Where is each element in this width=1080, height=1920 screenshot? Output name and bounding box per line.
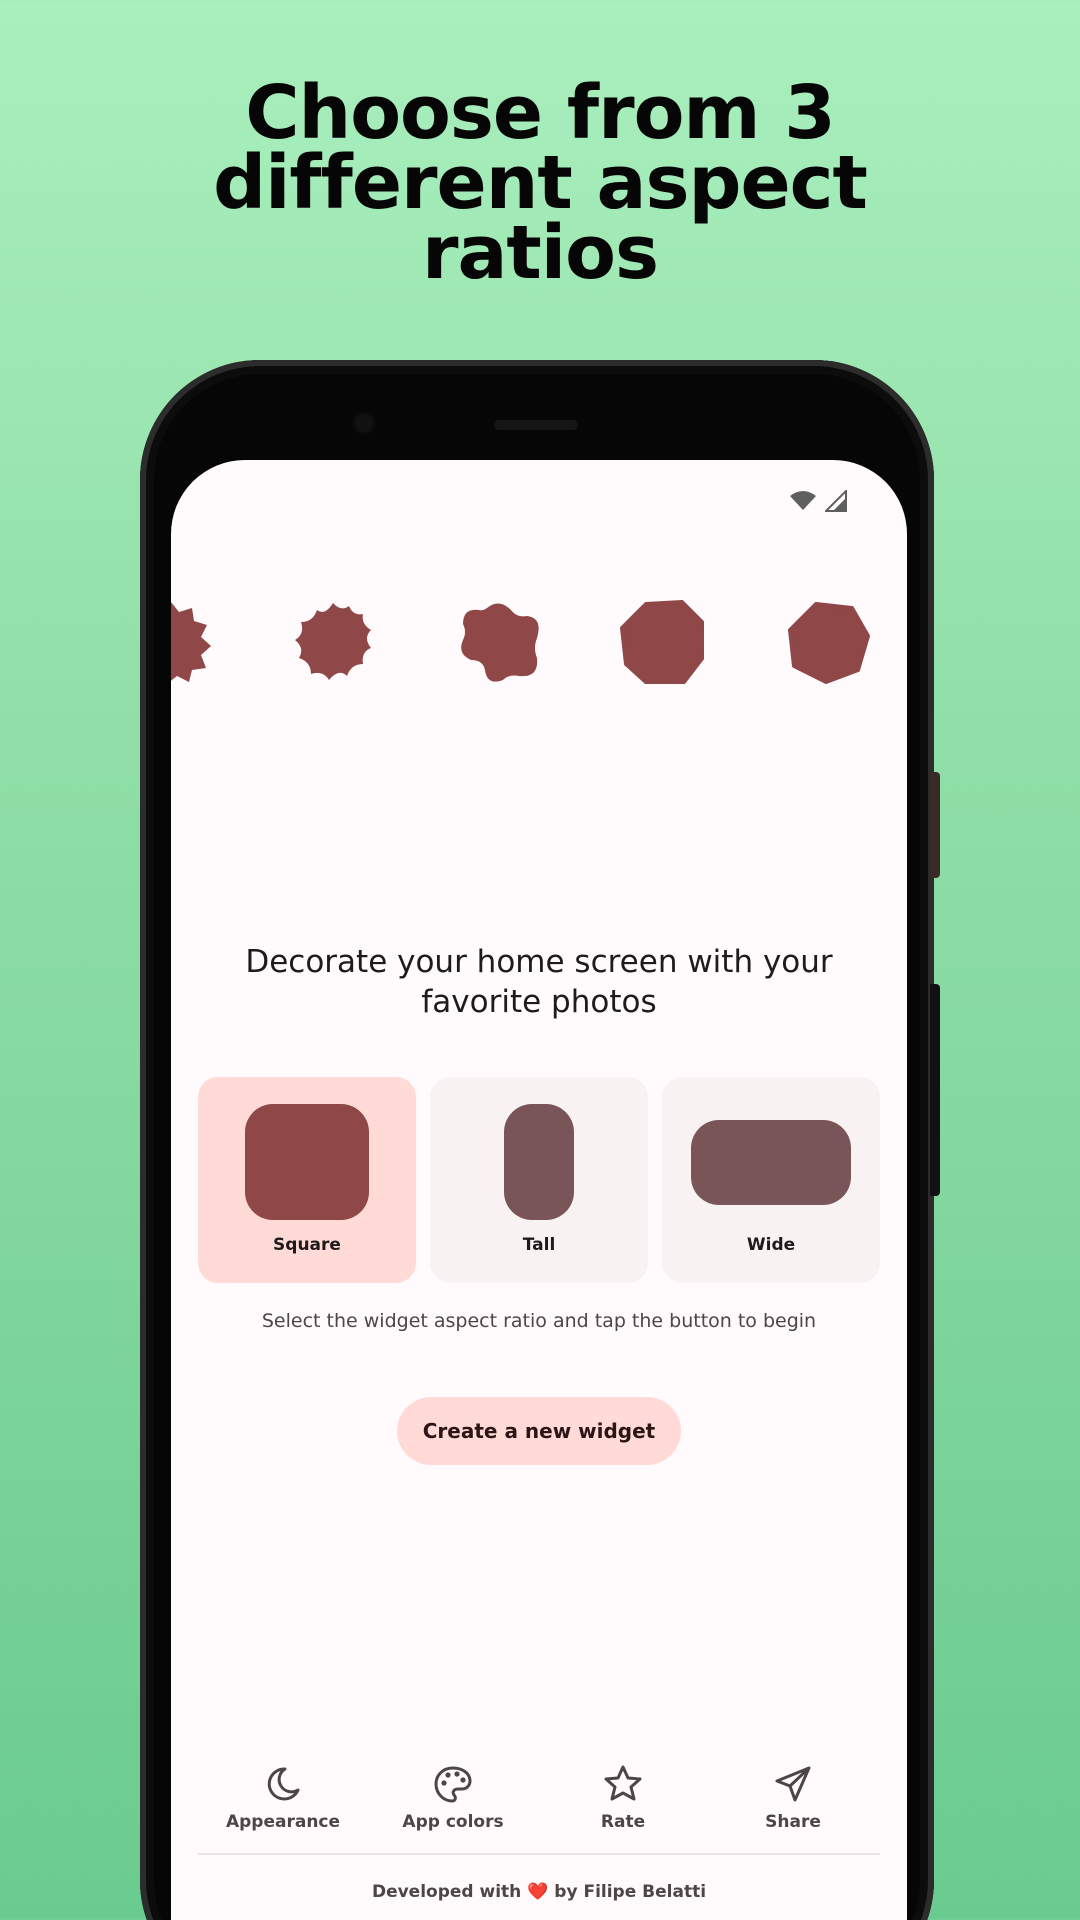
front-camera xyxy=(355,414,373,432)
square-preview xyxy=(245,1104,369,1220)
shape-carousel[interactable] xyxy=(171,600,907,690)
nav-label: Appearance xyxy=(225,1812,341,1832)
app-tagline: Decorate your home screen with your favo… xyxy=(245,944,833,1020)
cellular-signal-icon xyxy=(825,490,847,512)
wifi-icon xyxy=(790,491,816,510)
aspect-card-label: Square xyxy=(273,1235,341,1255)
nav-label: App colors xyxy=(402,1812,504,1832)
appearance-button[interactable]: Appearance xyxy=(198,1750,368,1860)
blob-shape xyxy=(461,603,539,682)
star-icon xyxy=(604,1765,642,1801)
wide-preview xyxy=(691,1120,851,1205)
promo-headline: Choose from 3 different aspect ratios xyxy=(0,70,1080,296)
headline-line-1: Choose from 3 xyxy=(245,70,836,156)
aspect-ratio-selector: Square Tall Wide xyxy=(198,1077,880,1283)
app-screen: Decorate your home screen with your favo… xyxy=(171,460,907,1920)
tall-preview xyxy=(504,1104,574,1220)
bottom-actions: Appearance App colors Rate Share xyxy=(198,1750,880,1870)
credit-suffix: by Filipe Belatti xyxy=(554,1882,707,1902)
heart-icon: ❤️ xyxy=(527,1882,549,1902)
rate-button[interactable]: Rate xyxy=(538,1750,708,1860)
heptagon-shape xyxy=(788,602,870,684)
footer-divider xyxy=(198,1853,880,1855)
credit-prefix: Developed with xyxy=(371,1882,522,1902)
moon-icon xyxy=(267,1767,300,1801)
palette-icon xyxy=(434,1766,472,1803)
developer-credit: Developed with ❤️ by Filipe Belatti xyxy=(171,1882,907,1902)
status-bar xyxy=(789,490,847,512)
phone-power-button xyxy=(930,772,940,878)
octagon-shape xyxy=(620,600,704,684)
headline-line-2: different aspect xyxy=(213,140,868,226)
scallop-shape xyxy=(171,602,211,682)
create-widget-button[interactable]: Create a new widget xyxy=(397,1397,681,1465)
send-icon xyxy=(775,1766,811,1802)
aspect-card-wide[interactable]: Wide xyxy=(662,1077,880,1283)
aspect-card-label: Tall xyxy=(522,1235,556,1255)
nav-label: Rate xyxy=(600,1812,646,1832)
app-colors-button[interactable]: App colors xyxy=(368,1750,538,1860)
aspect-card-tall[interactable]: Tall xyxy=(430,1077,648,1283)
flower-shape xyxy=(295,603,371,680)
earpiece-speaker xyxy=(494,420,578,430)
instruction-text: Select the widget aspect ratio and tap t… xyxy=(261,1310,817,1332)
share-button[interactable]: Share xyxy=(708,1750,878,1860)
aspect-card-square[interactable]: Square xyxy=(198,1077,416,1283)
phone-volume-button xyxy=(930,984,940,1196)
headline-line-3: ratios xyxy=(421,210,659,296)
aspect-card-label: Wide xyxy=(746,1235,796,1255)
nav-label: Share xyxy=(765,1812,821,1832)
